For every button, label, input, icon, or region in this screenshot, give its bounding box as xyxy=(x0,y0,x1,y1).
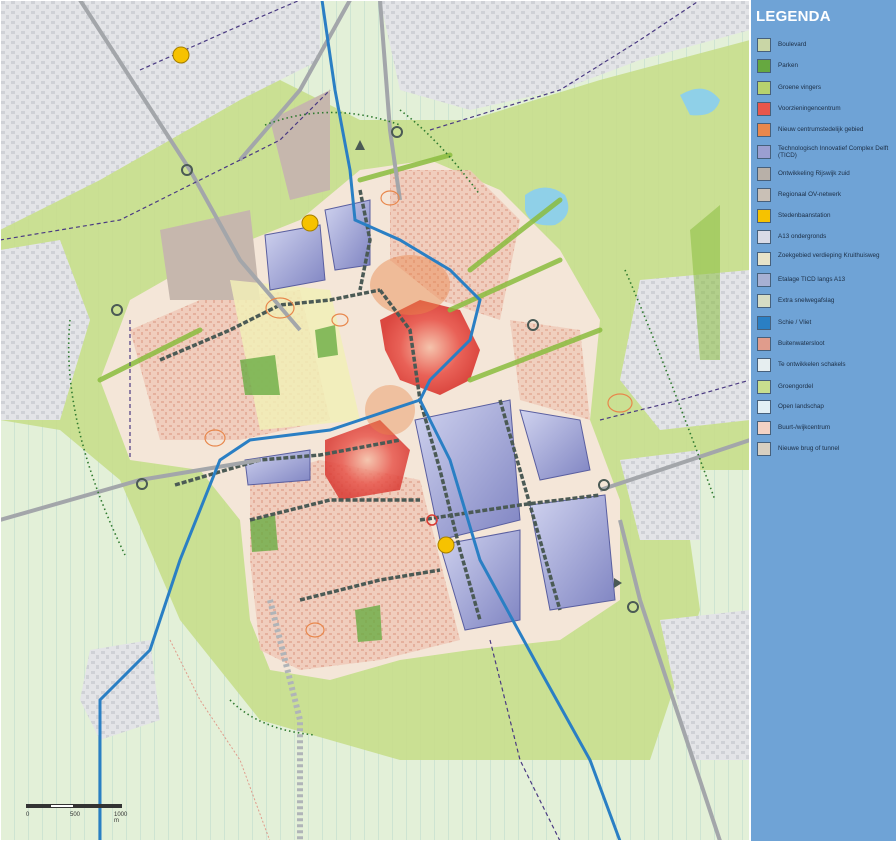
ticd-icon xyxy=(757,145,771,159)
a13-underground-icon xyxy=(757,230,771,244)
legend-item-label: Stedenbaanstation xyxy=(778,212,831,219)
legend-item: Nieuwe brug of tunnel xyxy=(755,442,895,460)
search-area-icon xyxy=(757,252,771,266)
legend-item-label: Technologisch Innovatief Complex Delft (… xyxy=(778,145,889,159)
park-icon xyxy=(757,59,771,73)
ditch-icon xyxy=(757,337,771,351)
legend-item-label: Etalage TICD langs A13 xyxy=(778,276,846,283)
scale-tick-1000: 1000 m xyxy=(114,812,128,824)
urban-center-icon xyxy=(757,123,771,137)
park-west xyxy=(240,355,280,395)
boulevard-icon xyxy=(757,38,771,52)
legend-item: Buitenwatersloot xyxy=(755,337,895,355)
legend-item: Nieuw centrumstedelijk gebied xyxy=(755,123,895,141)
legend-item-label: Extra snelwegafslag xyxy=(778,297,835,304)
map-canvas[interactable] xyxy=(0,0,750,841)
legend-item: Groene vingers xyxy=(755,81,895,99)
green-fingers-icon xyxy=(757,81,771,95)
legend-item-label: Schie / Vliet xyxy=(778,319,812,326)
legend-item-label: Nieuw centrumstedelijk gebied xyxy=(778,126,864,133)
legend-item: Open landschap xyxy=(755,400,895,418)
legend-item: A13 ondergronds xyxy=(755,230,895,248)
legend-item-label: Ontwikkeling Rijswijk zuid xyxy=(778,170,850,177)
legend-item-label: Buitenwatersloot xyxy=(778,340,825,347)
ticd-block-north-1 xyxy=(264,224,326,291)
legend-item-label: Open landschap xyxy=(778,403,824,410)
legend-item: Ontwikkeling Rijswijk zuid xyxy=(755,167,895,185)
bridge-tunnel-icon xyxy=(757,442,771,456)
legend-item: Zoekgebied verdieping Kruithuisweg xyxy=(755,252,895,270)
station-icon xyxy=(757,209,771,223)
legend-item-label: Voorzieningencentrum xyxy=(778,105,841,112)
legend-item-label: Parken xyxy=(778,62,798,69)
scale-tick-0: 0 xyxy=(26,812,30,818)
legend-item-label: Boulevard xyxy=(778,41,807,48)
neighbourhood-center-icon xyxy=(757,421,771,435)
legend-item-label: Buurt-/wijkcentrum xyxy=(778,424,831,431)
legend-item: Stedenbaanstation xyxy=(755,209,895,227)
legend-item-label: Zoekgebied verdieping Kruithuisweg xyxy=(778,252,880,259)
scale-tick-500: 500 xyxy=(70,812,81,818)
park-south-2 xyxy=(355,605,382,642)
showcase-icon xyxy=(757,273,771,287)
legend-item: Parken xyxy=(755,59,895,77)
legend-item: Schie / Vliet xyxy=(755,316,895,334)
legend-item: Technologisch Innovatief Complex Delft (… xyxy=(755,145,895,163)
legend-item-label: A13 ondergronds xyxy=(778,233,827,240)
transit-network-icon xyxy=(757,188,771,202)
legend-item-label: Regionaal OV-netwerk xyxy=(778,191,842,198)
open-landscape-icon xyxy=(757,400,771,414)
waterway-icon xyxy=(757,316,771,330)
rijswijk-zuid-icon xyxy=(757,167,771,181)
legend-panel: LEGENDA Boulevard Parken Groene vingers Voo… xyxy=(751,0,896,841)
legend-item: Extra snelwegafslag xyxy=(755,294,895,312)
links-icon xyxy=(757,358,771,372)
facilities-center-icon xyxy=(757,102,771,116)
green-belt-icon xyxy=(757,380,771,394)
legend-title: LEGENDA xyxy=(756,8,831,25)
legend-item: Regionaal OV-netwerk xyxy=(755,188,895,206)
legend-item: Boulevard xyxy=(755,38,895,56)
legend-item: Buurt-/wijkcentrum xyxy=(755,421,895,439)
legend-item-label: Te ontwikkelen schakels xyxy=(778,361,846,368)
legend-item-label: Nieuwe brug of tunnel xyxy=(778,445,840,452)
legend-item: Voorzieningencentrum xyxy=(755,102,895,120)
legend-item-label: Groengordel xyxy=(778,383,814,390)
legend-item: Te ontwikkelen schakels xyxy=(755,358,895,376)
legend-item: Etalage TICD langs A13 xyxy=(755,273,895,291)
highway-exit-icon xyxy=(757,294,771,308)
legend-item-label: Groene vingers xyxy=(778,84,822,91)
legend-item: Groengordel xyxy=(755,380,895,398)
park-center xyxy=(315,325,338,358)
